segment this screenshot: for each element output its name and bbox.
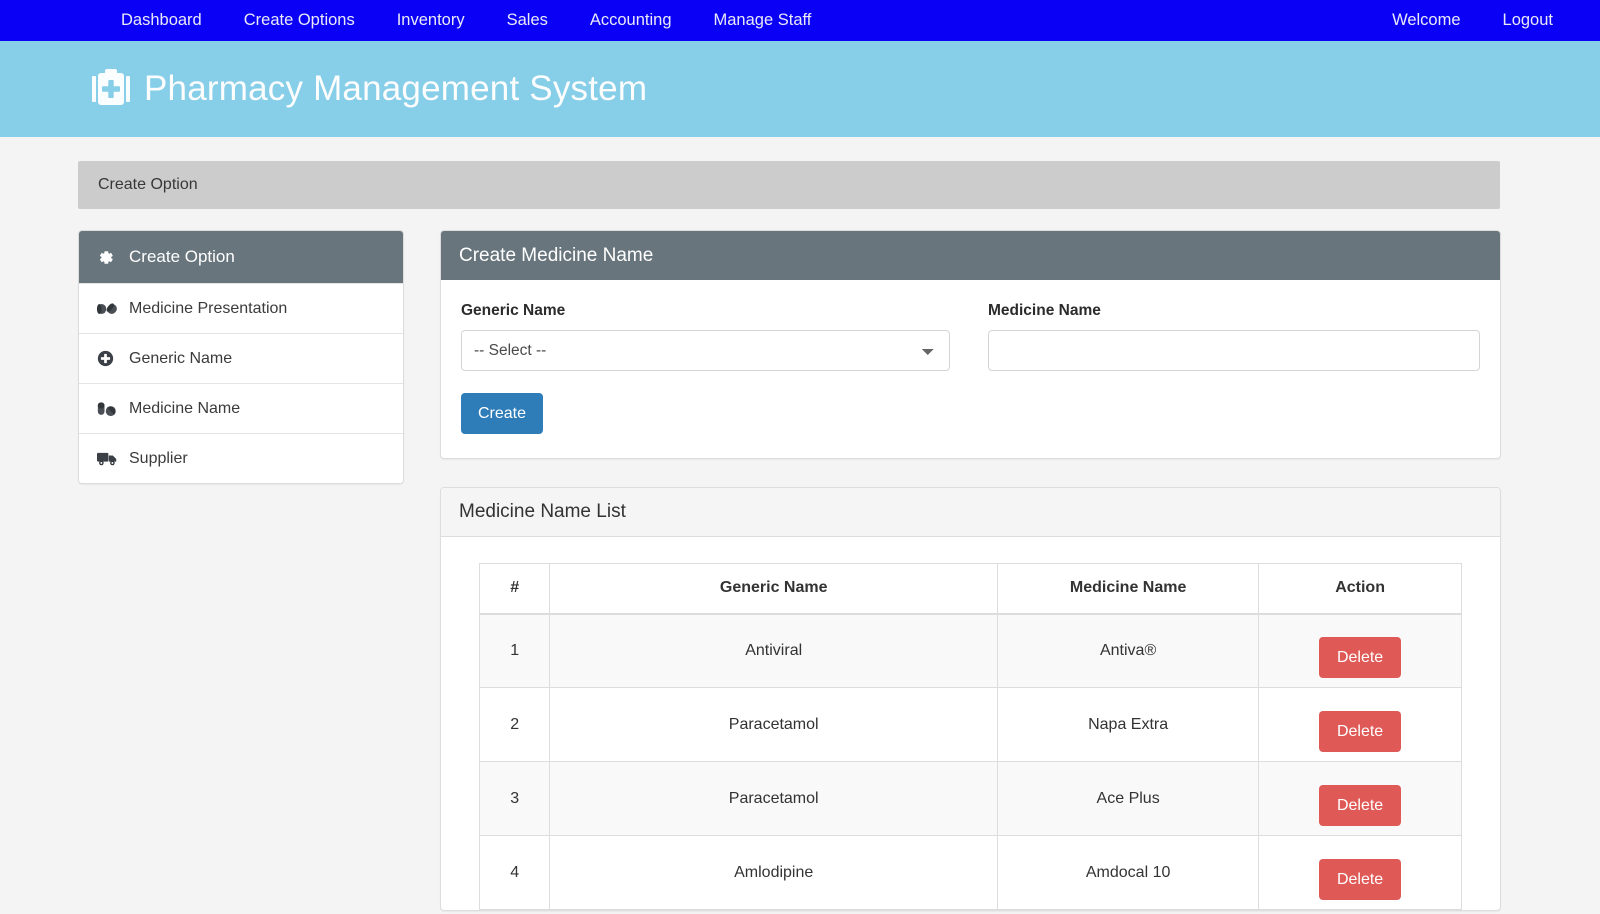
delete-button[interactable]: Delete [1319,711,1402,752]
cell-generic-name: Paracetamol [549,687,999,762]
cell-generic-name: Antiviral [549,613,999,688]
medicine-name-table: # Generic Name Medicine Name Action 1 An… [478,563,1462,910]
truck-icon [97,449,119,469]
create-button[interactable]: Create [461,393,543,434]
cell-action: Delete [1258,613,1462,688]
sidebar-item-generic-name[interactable]: Generic Name [79,333,403,383]
sidebar-header-label: Create Option [129,247,235,266]
cell-generic-name: Amlodipine [549,835,999,910]
create-medicine-name-panel: Create Medicine Name Generic Name -- Sel… [440,230,1501,459]
sidebar-item-supplier[interactable]: Supplier [79,433,403,483]
create-panel-header: Create Medicine Name [441,231,1500,280]
plus-circle-icon [97,349,119,369]
top-navbar: Dashboard Create Options Inventory Sales… [0,0,1600,41]
table-body: 1 Antiviral Antiva® Delete 2 Paracetamol [478,613,1462,910]
nav-item-welcome[interactable]: Welcome [1371,0,1481,41]
table-row: 1 Antiviral Antiva® Delete [478,613,1462,688]
list-panel-title: Medicine Name List [459,501,626,522]
column-header-action: Action [1258,563,1462,615]
nav-item-accounting[interactable]: Accounting [569,0,693,41]
content-columns: Create Option Medicine Presentation Gene… [78,230,1501,911]
gear-icon [97,247,119,267]
medicine-name-group: Medicine Name [988,302,1480,371]
table-row: 2 Paracetamol Napa Extra Delete [478,687,1462,762]
page-title: Pharmacy Management System [144,69,648,108]
breadcrumb-label: Create Option [98,176,198,193]
main-content: Create Medicine Name Generic Name -- Sel… [440,230,1501,911]
cell-action: Delete [1258,687,1462,762]
sidebar: Create Option Medicine Presentation Gene… [78,230,404,484]
sidebar-header-create-option[interactable]: Create Option [79,231,403,283]
cell-medicine-name: Napa Extra [997,687,1260,762]
medical-kit-icon [92,69,130,109]
navbar-right-group: Welcome Logout [1371,0,1574,41]
column-header-generic-name: Generic Name [549,563,999,615]
capsule-pill-icon [97,399,119,419]
app-banner: Pharmacy Management System [0,41,1600,137]
table-head: # Generic Name Medicine Name Action [478,563,1462,615]
nav-item-dashboard[interactable]: Dashboard [100,0,223,41]
page-container: Create Option Create Option Medicine Pre… [0,137,1600,911]
column-header-medicine-name: Medicine Name [997,563,1260,615]
breadcrumb: Create Option [78,161,1500,209]
table-row: 3 Paracetamol Ace Plus Delete [478,761,1462,836]
sidebar-item-label: Generic Name [129,349,233,367]
table-row: 4 Amlodipine Amdocal 10 Delete [478,835,1462,910]
sidebar-item-label: Supplier [129,449,188,467]
cell-medicine-name: Ace Plus [997,761,1260,836]
medicine-name-input[interactable] [988,330,1480,371]
nav-item-manage-staff[interactable]: Manage Staff [693,0,833,41]
cell-number: 1 [478,613,551,688]
cell-number: 2 [478,687,551,762]
generic-name-label: Generic Name [461,302,566,319]
cell-medicine-name: Amdocal 10 [997,835,1260,910]
nav-item-create-options[interactable]: Create Options [223,0,376,41]
delete-button[interactable]: Delete [1319,859,1402,900]
sidebar-item-label: Medicine Presentation [129,299,288,317]
sidebar-item-label: Medicine Name [129,399,241,417]
cell-generic-name: Paracetamol [549,761,999,836]
delete-button[interactable]: Delete [1319,637,1402,679]
capsules-icon [97,299,119,319]
create-panel-body: Generic Name -- Select -- Medicine Name … [441,280,1500,458]
cell-medicine-name: Antiva® [997,613,1260,688]
sidebar-item-medicine-name[interactable]: Medicine Name [79,383,403,433]
navbar-left-group: Dashboard Create Options Inventory Sales… [0,0,832,41]
list-panel-header: Medicine Name List [441,488,1500,537]
generic-name-group: Generic Name -- Select -- [461,302,950,371]
sidebar-item-medicine-presentation[interactable]: Medicine Presentation [79,283,403,333]
table-header-row: # Generic Name Medicine Name Action [478,563,1462,615]
medicine-name-list-panel: Medicine Name List # Generic Name Medici… [440,487,1501,911]
delete-button[interactable]: Delete [1319,785,1402,826]
cell-action: Delete [1258,761,1462,836]
create-form-row: Generic Name -- Select -- Medicine Name [461,302,1480,371]
nav-item-logout[interactable]: Logout [1482,0,1574,41]
create-panel-title: Create Medicine Name [459,244,654,266]
nav-item-inventory[interactable]: Inventory [376,0,486,41]
generic-name-select[interactable]: -- Select -- [461,330,950,371]
cell-action: Delete [1258,835,1462,910]
cell-number: 3 [478,761,551,836]
nav-item-sales[interactable]: Sales [486,0,569,41]
medicine-name-label: Medicine Name [988,302,1101,319]
table-wrapper: # Generic Name Medicine Name Action 1 An… [441,537,1500,910]
column-header-number: # [478,563,551,615]
cell-number: 4 [478,835,551,910]
